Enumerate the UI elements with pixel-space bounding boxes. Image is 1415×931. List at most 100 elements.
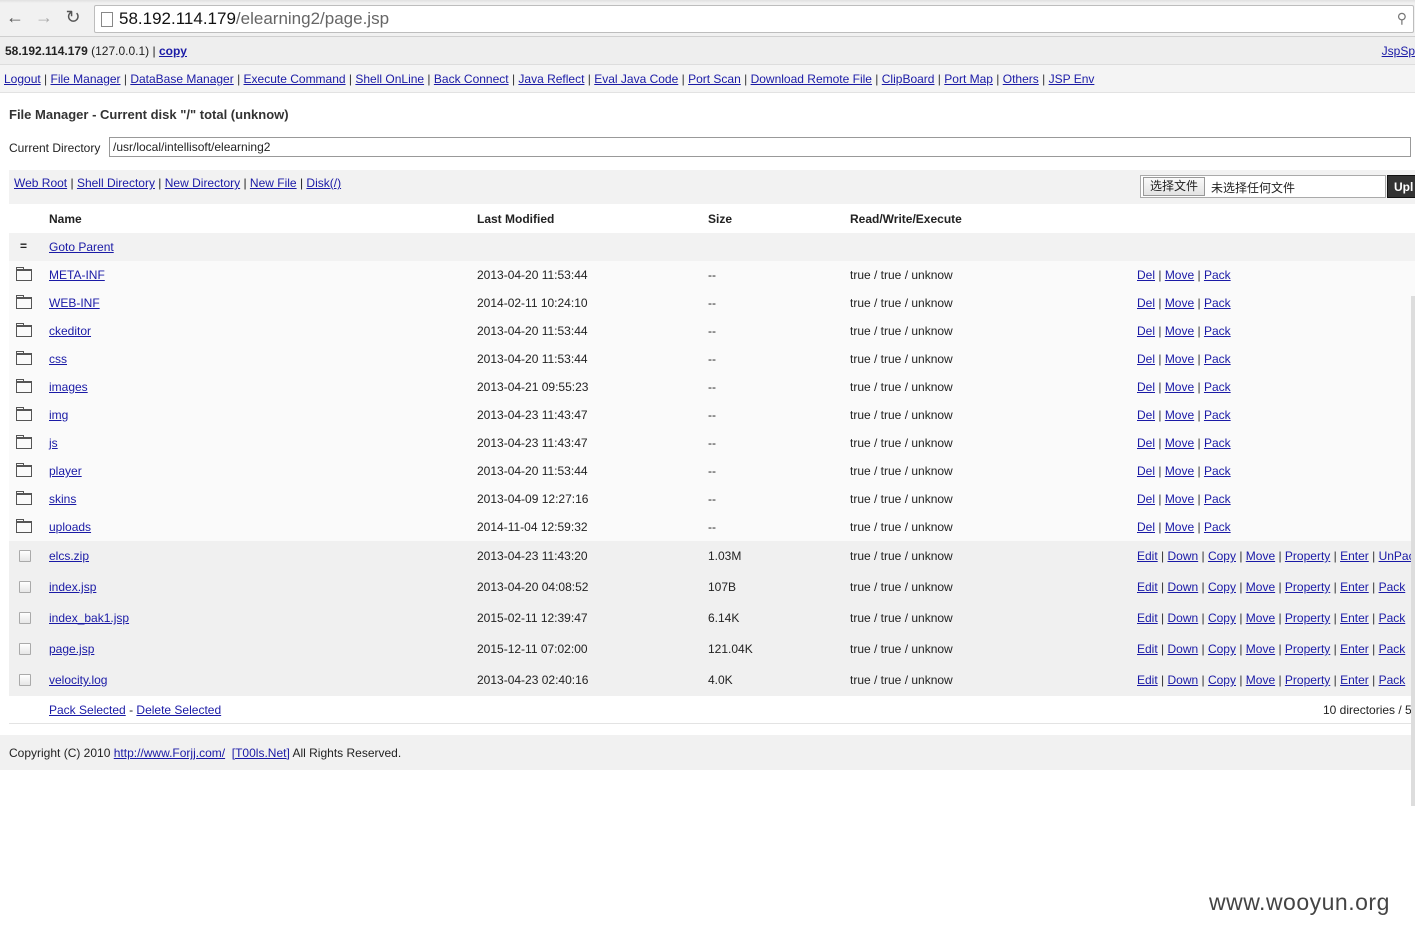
edit-link[interactable]: Edit [1137, 611, 1158, 625]
move-link[interactable]: Move [1165, 520, 1194, 534]
del-link[interactable]: Del [1137, 464, 1155, 478]
move-link[interactable]: Move [1246, 580, 1275, 594]
pack-link[interactable]: Pack [1204, 380, 1231, 394]
file-name-link[interactable]: velocity.log [49, 673, 107, 687]
move-link[interactable]: Move [1165, 464, 1194, 478]
directory-name-link[interactable]: ckeditor [49, 324, 91, 338]
menu-logout-link[interactable]: Logout [4, 72, 41, 86]
pack-link[interactable]: Pack [1204, 296, 1231, 310]
delete-selected-link[interactable]: Delete Selected [136, 703, 221, 717]
move-link[interactable]: Move [1165, 492, 1194, 506]
directory-name-link[interactable]: player [49, 464, 82, 478]
del-link[interactable]: Del [1137, 296, 1155, 310]
del-link[interactable]: Del [1137, 352, 1155, 366]
copy-link[interactable]: Copy [1208, 611, 1236, 625]
file-upload-field[interactable]: 选择文件 未选择任何文件 [1140, 175, 1386, 198]
directory-name-link[interactable]: css [49, 352, 67, 366]
scrollbar[interactable] [1411, 296, 1415, 806]
property-link[interactable]: Property [1285, 611, 1330, 625]
down-link[interactable]: Down [1167, 642, 1198, 656]
web-root-link[interactable]: Web Root [14, 176, 67, 190]
pack-link[interactable]: Pack [1379, 642, 1406, 656]
menu-file-manager-link[interactable]: File Manager [51, 72, 121, 86]
t00ls-link[interactable]: [T00ls.Net] [232, 746, 290, 760]
menu-jsp-env-link[interactable]: JSP Env [1049, 72, 1095, 86]
shell-directory-link[interactable]: Shell Directory [77, 176, 155, 190]
move-link[interactable]: Move [1246, 673, 1275, 687]
copy-link[interactable]: Copy [1208, 673, 1236, 687]
pack-link[interactable]: Pack [1204, 408, 1231, 422]
edit-link[interactable]: Edit [1137, 642, 1158, 656]
pack-link[interactable]: Pack [1204, 520, 1231, 534]
pack-selected-link[interactable]: Pack Selected [49, 703, 126, 717]
file-name-link[interactable]: elcs.zip [49, 549, 89, 563]
address-bar[interactable]: 58.192.114.179/elearning2/page.jsp ⚲ [94, 5, 1414, 33]
down-link[interactable]: Down [1167, 580, 1198, 594]
back-arrow-icon[interactable]: ← [4, 6, 26, 28]
edit-link[interactable]: Edit [1137, 580, 1158, 594]
new-directory-link[interactable]: New Directory [165, 176, 240, 190]
del-link[interactable]: Del [1137, 520, 1155, 534]
enter-link[interactable]: Enter [1340, 549, 1369, 563]
directory-name-link[interactable]: images [49, 380, 88, 394]
url-text[interactable]: 58.192.114.179/elearning2/page.jsp [119, 9, 389, 29]
menu-port-map-link[interactable]: Port Map [944, 72, 993, 86]
menu-back-connect-link[interactable]: Back Connect [434, 72, 509, 86]
pack-link[interactable]: Pack [1204, 436, 1231, 450]
directory-name-link[interactable]: WEB-INF [49, 296, 100, 310]
menu-others-link[interactable]: Others [1003, 72, 1039, 86]
down-link[interactable]: Down [1167, 673, 1198, 687]
enter-link[interactable]: Enter [1340, 611, 1369, 625]
move-link[interactable]: Move [1165, 296, 1194, 310]
del-link[interactable]: Del [1137, 408, 1155, 422]
menu-database-manager-link[interactable]: DataBase Manager [130, 72, 233, 86]
del-link[interactable]: Del [1137, 268, 1155, 282]
move-link[interactable]: Move [1246, 642, 1275, 656]
pack-link[interactable]: Pack [1204, 268, 1231, 282]
unpac-link[interactable]: UnPac [1379, 549, 1415, 563]
enter-link[interactable]: Enter [1340, 642, 1369, 656]
pack-link[interactable]: Pack [1204, 324, 1231, 338]
forward-arrow-icon[interactable]: → [33, 6, 55, 28]
file-checkbox[interactable] [19, 581, 31, 593]
property-link[interactable]: Property [1285, 673, 1330, 687]
file-checkbox[interactable] [19, 612, 31, 624]
property-link[interactable]: Property [1285, 580, 1330, 594]
directory-name-link[interactable]: META-INF [49, 268, 105, 282]
del-link[interactable]: Del [1137, 380, 1155, 394]
menu-eval-java-code-link[interactable]: Eval Java Code [594, 72, 678, 86]
directory-name-link[interactable]: img [49, 408, 68, 422]
pack-link[interactable]: Pack [1379, 673, 1406, 687]
down-link[interactable]: Down [1167, 549, 1198, 563]
enter-link[interactable]: Enter [1340, 673, 1369, 687]
directory-name-link[interactable]: uploads [49, 520, 91, 534]
del-link[interactable]: Del [1137, 324, 1155, 338]
menu-java-reflect-link[interactable]: Java Reflect [518, 72, 584, 86]
del-link[interactable]: Del [1137, 436, 1155, 450]
move-link[interactable]: Move [1165, 436, 1194, 450]
menu-shell-online-link[interactable]: Shell OnLine [355, 72, 424, 86]
file-checkbox[interactable] [19, 643, 31, 655]
move-link[interactable]: Move [1165, 268, 1194, 282]
copy-link[interactable]: copy [159, 44, 187, 58]
directory-name-link[interactable]: js [49, 436, 58, 450]
pack-link[interactable]: Pack [1204, 464, 1231, 478]
move-link[interactable]: Move [1165, 352, 1194, 366]
down-link[interactable]: Down [1167, 611, 1198, 625]
current-directory-input[interactable] [109, 137, 1411, 157]
jspspy-link[interactable]: JspSp [1382, 44, 1415, 58]
reload-icon[interactable]: ↻ [62, 6, 84, 28]
file-name-link[interactable]: page.jsp [49, 642, 94, 656]
move-link[interactable]: Move [1246, 549, 1275, 563]
pack-link[interactable]: Pack [1204, 352, 1231, 366]
file-name-link[interactable]: index.jsp [49, 580, 96, 594]
enter-link[interactable]: Enter [1340, 580, 1369, 594]
file-name-link[interactable]: index_bak1.jsp [49, 611, 129, 625]
pack-link[interactable]: Pack [1379, 611, 1406, 625]
directory-name-link[interactable]: skins [49, 492, 76, 506]
menu-execute-command-link[interactable]: Execute Command [244, 72, 346, 86]
menu-download-remote-file-link[interactable]: Download Remote File [751, 72, 872, 86]
copy-link[interactable]: Copy [1208, 642, 1236, 656]
move-link[interactable]: Move [1246, 611, 1275, 625]
pack-link[interactable]: Pack [1204, 492, 1231, 506]
